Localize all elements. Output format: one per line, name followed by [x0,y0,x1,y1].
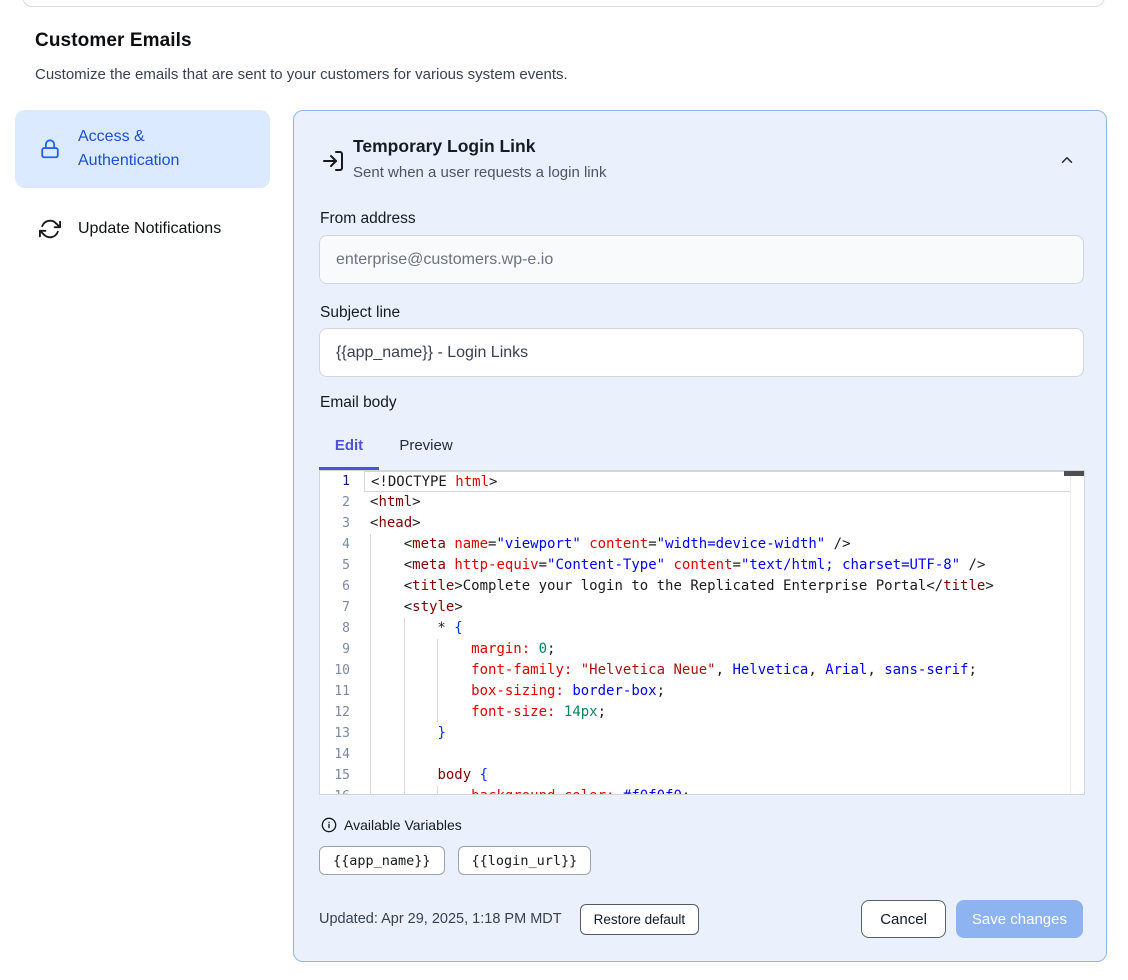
code-line[interactable]: 5 <meta http-equiv="Content-Type" conten… [320,555,1084,576]
line-number: 8 [320,618,364,639]
editor-overview-ruler[interactable] [1070,471,1084,794]
code-line[interactable]: 12 font-size: 14px; [320,702,1084,723]
code-line[interactable]: 10 font-family: "Helvetica Neue", Helvet… [320,660,1084,681]
email-body-label: Email body [320,394,397,412]
indent-guide [370,765,371,786]
indent-guide [370,555,371,576]
indent-guide [437,660,438,681]
save-changes-button[interactable]: Save changes [956,900,1083,938]
restore-default-button[interactable]: Restore default [580,904,700,935]
code-editor-lines: 1<!DOCTYPE html>2<html>3<head>4 <meta na… [320,471,1084,795]
cancel-button[interactable]: Cancel [861,900,946,938]
indent-guide [370,786,371,795]
indent-guide [370,639,371,660]
indent-guide [370,681,371,702]
tab-preview[interactable]: Preview [386,431,466,459]
indent-guide [370,723,371,744]
section-title: Temporary Login Link [353,136,535,157]
line-number: 2 [320,492,364,513]
refresh-icon [38,217,62,241]
lock-icon [38,137,62,161]
indent-guide [404,744,405,765]
line-number: 14 [320,744,364,765]
line-number: 12 [320,702,364,723]
line-number: 5 [320,555,364,576]
line-number: 7 [320,597,364,618]
indent-guide [404,786,405,795]
info-icon [321,817,337,833]
page-description: Customize the emails that are sent to yo… [35,66,568,83]
line-number: 4 [320,534,364,555]
variable-chip-app-name[interactable]: {{app_name}} [319,846,445,875]
subject-line-input[interactable] [319,328,1084,377]
from-address-input[interactable] [319,235,1084,284]
code-line[interactable]: 16 background-color: #f0f0f0; [320,786,1084,795]
indent-guide [437,639,438,660]
sidebar-item-label: Access & Authentication [78,125,228,173]
email-body-code-editor[interactable]: 1<!DOCTYPE html>2<html>3<head>4 <meta na… [319,470,1085,795]
indent-guide [437,786,438,795]
tab-edit[interactable]: Edit [319,431,379,459]
line-number: 10 [320,660,364,681]
code-line[interactable]: 13 } [320,723,1084,744]
indent-guide [370,576,371,597]
indent-guide [370,597,371,618]
code-line[interactable]: 9 margin: 0; [320,639,1084,660]
previous-card-bottom-edge [22,0,1105,7]
code-line[interactable]: 7 <style> [320,597,1084,618]
login-icon [321,149,345,173]
indent-guide [437,681,438,702]
available-variables-label: Available Variables [344,817,462,833]
code-line[interactable]: 15 body { [320,765,1084,786]
editor-cursor-marker [1064,471,1084,476]
page-title: Customer Emails [35,30,192,52]
line-number: 6 [320,576,364,597]
indent-guide [404,681,405,702]
temporary-login-link-panel: Temporary Login Link Sent when a user re… [293,110,1107,962]
indent-guide [370,702,371,723]
indent-guide [404,639,405,660]
indent-guide [370,744,371,765]
indent-guide [404,702,405,723]
indent-guide [370,660,371,681]
line-number: 9 [320,639,364,660]
line-number: 13 [320,723,364,744]
line-number: 16 [320,786,364,795]
indent-guide [370,534,371,555]
code-line[interactable]: 3<head> [320,513,1084,534]
code-line[interactable]: 1<!DOCTYPE html> [320,471,1084,492]
chevron-up-icon[interactable] [1058,151,1076,169]
line-number: 3 [320,513,364,534]
section-subtitle: Sent when a user requests a login link [353,164,606,181]
code-line[interactable]: 11 box-sizing: border-box; [320,681,1084,702]
code-line[interactable]: 4 <meta name="viewport" content="width=d… [320,534,1084,555]
sidebar-item-access-authentication[interactable]: Access & Authentication [15,110,270,188]
indent-guide [437,702,438,723]
indent-guide [404,723,405,744]
sidebar-item-label: Update Notifications [78,217,221,241]
line-number: 1 [320,471,364,492]
from-address-label: From address [320,210,416,228]
line-number: 15 [320,765,364,786]
updated-timestamp: Updated: Apr 29, 2025, 1:18 PM MDT [319,911,562,927]
code-line[interactable]: 2<html> [320,492,1084,513]
indent-guide [404,765,405,786]
indent-guide [370,618,371,639]
line-number: 11 [320,681,364,702]
sidebar-item-update-notifications[interactable]: Update Notifications [15,205,270,253]
code-line[interactable]: 6 <title>Complete your login to the Repl… [320,576,1084,597]
subject-line-label: Subject line [320,304,400,322]
code-line[interactable]: 14 [320,744,1084,765]
variable-chip-login-url[interactable]: {{login_url}} [458,846,592,875]
code-line[interactable]: 8 * { [320,618,1084,639]
indent-guide [404,618,405,639]
indent-guide [404,660,405,681]
